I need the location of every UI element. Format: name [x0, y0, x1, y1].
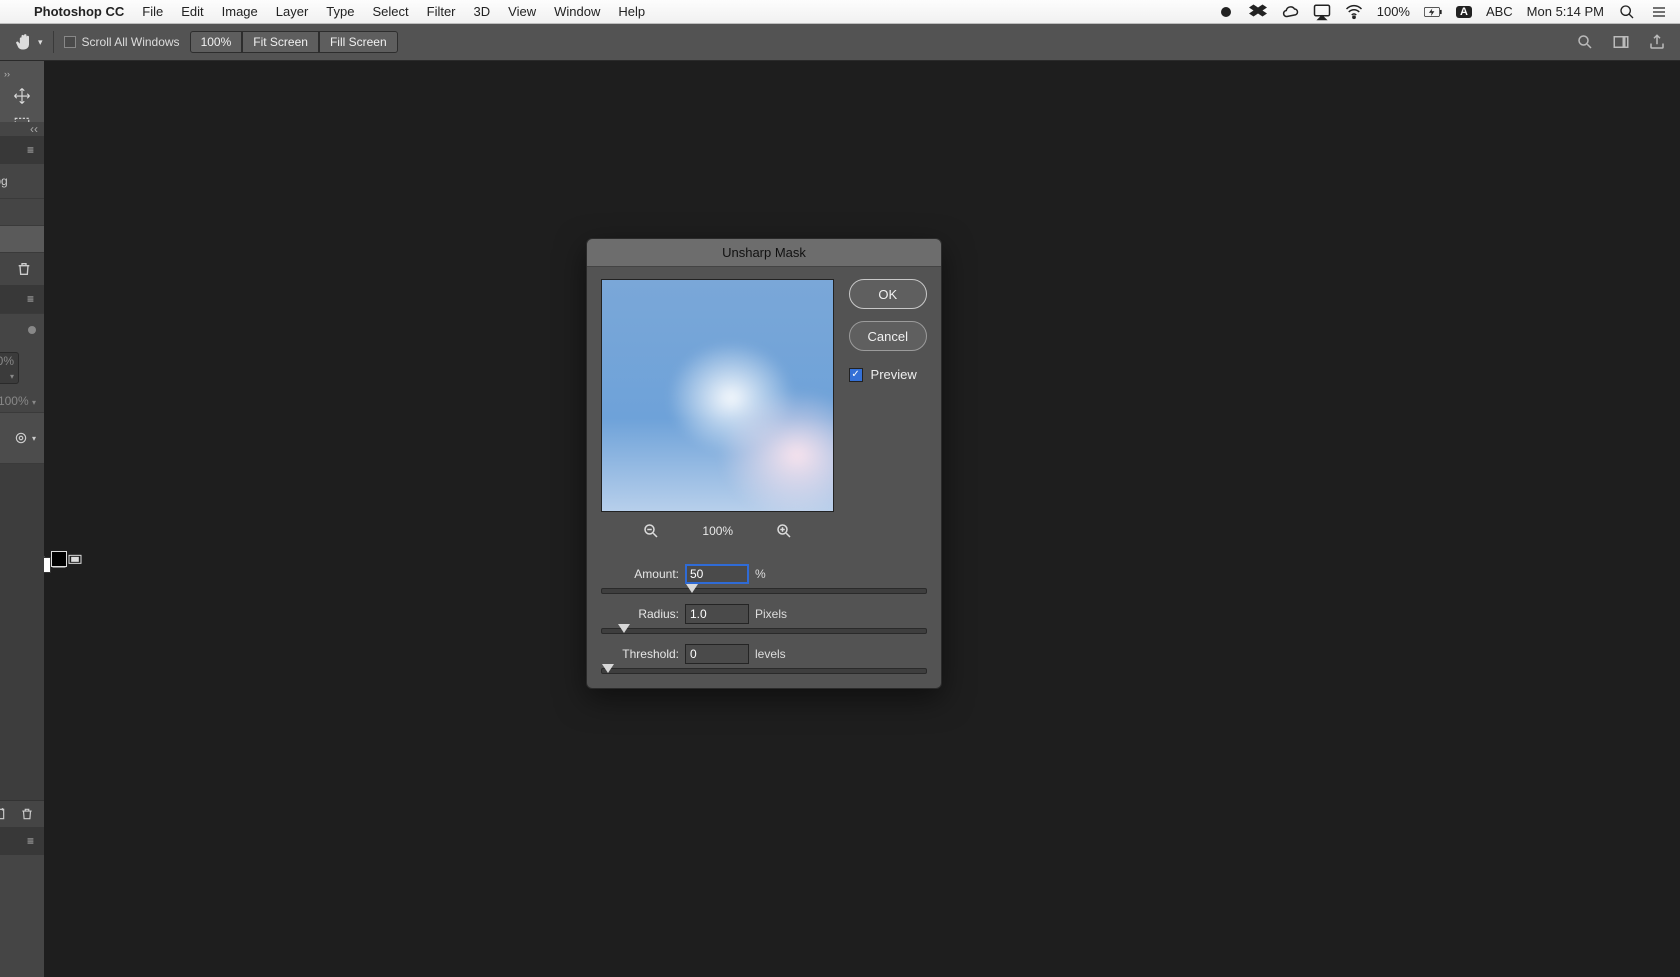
- adj-menu-icon[interactable]: ≡: [27, 834, 40, 848]
- collapse-panels-icon[interactable]: ‹‹: [30, 122, 38, 136]
- menu-layer[interactable]: Layer: [276, 4, 309, 19]
- tray-icon-wifi[interactable]: [1345, 3, 1363, 21]
- zoom-out-icon[interactable]: [642, 522, 660, 540]
- options-bar: ▾ Scroll All Windows 100% Fit Screen Fil…: [0, 24, 1680, 61]
- keyboard-indicator[interactable]: A: [1456, 6, 1472, 18]
- input-source[interactable]: ABC: [1486, 4, 1513, 19]
- layers-menu-icon[interactable]: ≡: [27, 292, 40, 306]
- zoom-percent-button[interactable]: 100%: [190, 31, 243, 53]
- expand-toolbar-icon[interactable]: ››: [0, 67, 14, 81]
- amount-input[interactable]: [685, 564, 749, 584]
- search-icon[interactable]: [1576, 33, 1594, 51]
- radius-slider[interactable]: [601, 628, 927, 634]
- layer-row[interactable]: Layer 0 ▾: [0, 412, 44, 464]
- layer-filter-icon[interactable]: ▾: [14, 431, 36, 445]
- snapshot-name[interactable]: Sakura Flower-before (1).jpg: [0, 174, 8, 188]
- fit-screen-button[interactable]: Fit Screen: [242, 31, 319, 53]
- opacity-value[interactable]: 100% ▾: [0, 352, 19, 384]
- right-panel: × ‹‹ History Histogram ≡ Sakura Flower-b…: [0, 122, 44, 977]
- zoom-in-icon[interactable]: [775, 522, 793, 540]
- app-name[interactable]: Photoshop CC: [34, 4, 124, 19]
- mac-menubar: Photoshop CC File Edit Image Layer Type …: [0, 0, 1680, 24]
- menu-file[interactable]: File: [142, 4, 163, 19]
- menu-image[interactable]: Image: [222, 4, 258, 19]
- filter-toggle-icon[interactable]: [28, 326, 36, 334]
- threshold-label: Threshold:: [601, 647, 679, 661]
- history-step-open[interactable]: Open: [0, 198, 44, 225]
- scroll-label: Scroll All Windows: [82, 35, 180, 49]
- radius-unit: Pixels: [755, 607, 787, 621]
- menu-help[interactable]: Help: [618, 4, 645, 19]
- tray-icon-dropbox[interactable]: [1249, 3, 1267, 21]
- trash-icon[interactable]: [16, 261, 32, 277]
- threshold-unit: levels: [755, 647, 786, 661]
- zoom-value: 100%: [702, 524, 733, 538]
- menu-icon[interactable]: [1650, 3, 1668, 21]
- menu-3d[interactable]: 3D: [474, 4, 491, 19]
- share-icon[interactable]: [1648, 33, 1666, 51]
- tray-icon-cloud[interactable]: [1281, 3, 1299, 21]
- amount-slider[interactable]: [601, 588, 927, 594]
- add-adjustment-label: Add an adjustment: [0, 855, 44, 885]
- fill-screen-button[interactable]: Fill Screen: [319, 31, 398, 53]
- spotlight-icon[interactable]: [1618, 3, 1636, 21]
- toolbox: ›› T ··· Unsharp Mask 100%: [0, 61, 44, 977]
- layers-empty-area: [0, 464, 44, 800]
- battery-percent: 100%: [1377, 4, 1410, 19]
- menu-filter[interactable]: Filter: [427, 4, 456, 19]
- menu-view[interactable]: View: [508, 4, 536, 19]
- fill-value[interactable]: 100% ▾: [0, 394, 36, 408]
- battery-icon[interactable]: [1424, 3, 1442, 21]
- unsharp-mask-dialog: Unsharp Mask 100% OK Cancel ✓ Preview: [586, 238, 942, 689]
- preview-checkbox[interactable]: ✓ Preview: [849, 367, 927, 382]
- cancel-button[interactable]: Cancel: [849, 321, 927, 351]
- filter-preview[interactable]: [601, 279, 834, 512]
- ok-button[interactable]: OK: [849, 279, 927, 309]
- history-step-convert[interactable]: Convert to Smart Object: [0, 225, 44, 252]
- screen-mode-icon[interactable]: [67, 546, 83, 574]
- workspace-icon[interactable]: [1612, 33, 1630, 51]
- threshold-slider[interactable]: [601, 668, 927, 674]
- amount-label: Amount:: [601, 567, 679, 581]
- menu-select[interactable]: Select: [372, 4, 408, 19]
- amount-unit: %: [755, 567, 766, 581]
- delete-layer-icon[interactable]: [20, 807, 34, 821]
- radius-label: Radius:: [601, 607, 679, 621]
- menu-edit[interactable]: Edit: [181, 4, 203, 19]
- tray-icon-airplay[interactable]: [1313, 3, 1331, 21]
- preview-label: Preview: [871, 367, 917, 382]
- move-tool[interactable]: [7, 82, 37, 110]
- scroll-all-checkbox[interactable]: Scroll All Windows: [64, 35, 180, 49]
- clock[interactable]: Mon 5:14 PM: [1527, 4, 1604, 19]
- history-menu-icon[interactable]: ≡: [27, 143, 40, 157]
- menu-type[interactable]: Type: [326, 4, 354, 19]
- new-layer-icon[interactable]: [0, 807, 6, 821]
- dialog-title[interactable]: Unsharp Mask: [587, 239, 941, 267]
- threshold-input[interactable]: [685, 644, 749, 664]
- radius-input[interactable]: [685, 604, 749, 624]
- current-tool-hand[interactable]: ▾: [14, 32, 43, 52]
- menu-window[interactable]: Window: [554, 4, 600, 19]
- tray-icon-dot[interactable]: [1217, 3, 1235, 21]
